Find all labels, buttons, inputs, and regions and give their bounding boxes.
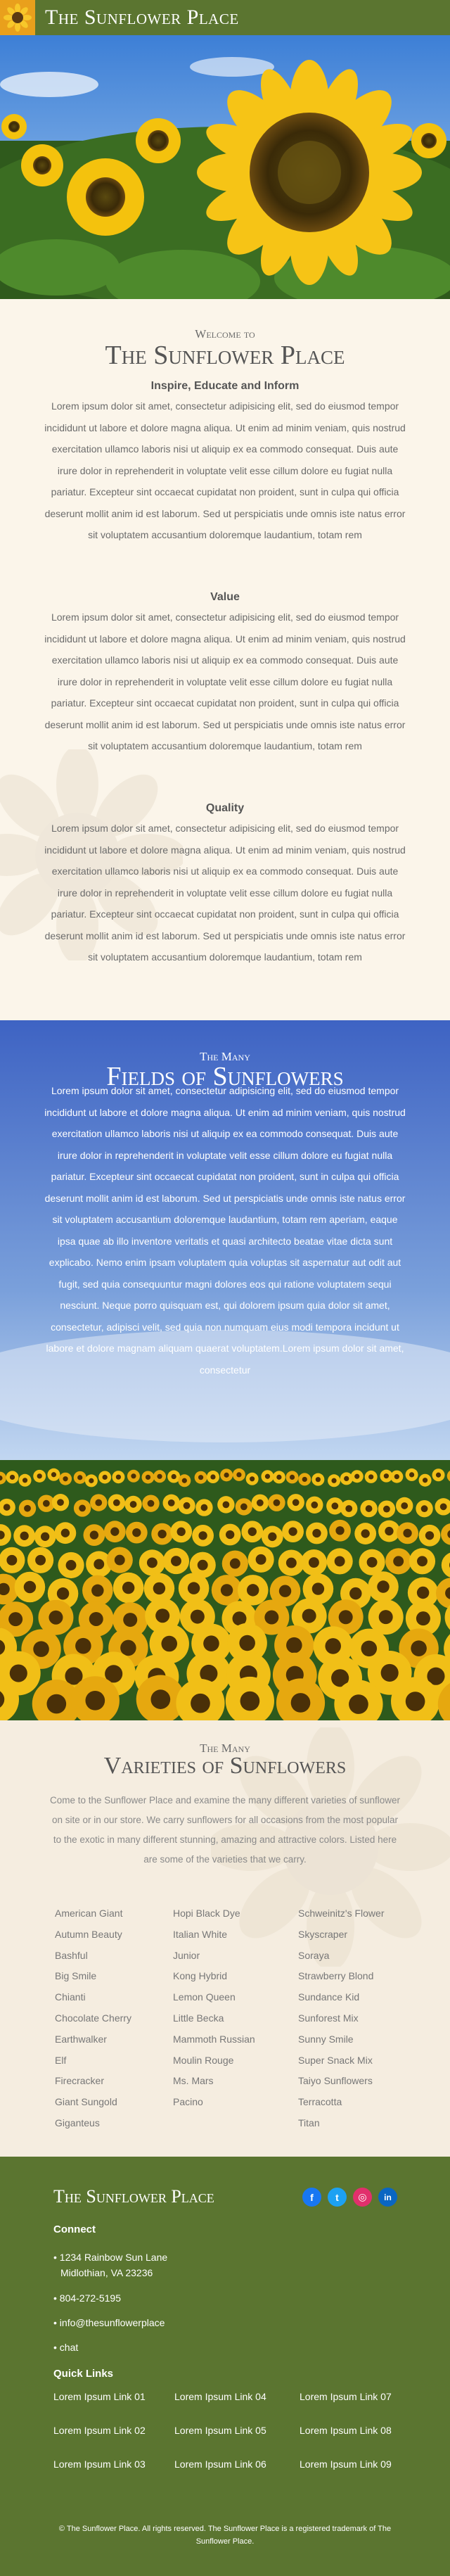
variety-item: Mammoth Russian [173,2033,255,2045]
instagram-icon[interactable]: ◎ [353,2188,372,2207]
variety-item: American Giant [55,1908,123,1919]
varieties-column: Schweinitz's Flower Skyscraper Soraya St… [298,1903,404,2134]
variety-item: Giganteus [55,2117,100,2128]
copyright-text: © The Sunflower Place. All rights reserv… [58,2525,392,2546]
section-heading: Inspire, Educate and Inform [150,380,300,392]
site-header: The Sunflower Place [0,0,450,35]
section-paragraph: Lorem ipsum dolor sit amet, consectetur … [44,611,406,751]
variety-item: Super Snack Mix [298,2054,373,2066]
quick-links: Lorem Ipsum Link 01 Lorem Ipsum Link 04 … [53,2389,412,2473]
section-heading: Value [210,591,240,603]
quick-link[interactable]: Lorem Ipsum Link 01 [53,2389,174,2405]
variety-item: Sundance Kid [298,1991,360,2003]
variety-item: Kong Hybrid [173,1970,228,1982]
quick-link[interactable]: Lorem Ipsum Link 04 [174,2389,300,2405]
variety-item: Chianti [55,1991,86,2003]
twitter-icon[interactable]: t [328,2188,347,2207]
fields-paragraph: Lorem ipsum dolor sit amet, consectetur … [44,1085,406,1376]
quick-link[interactable]: Lorem Ipsum Link 05 [174,2423,300,2439]
hero-sunflower-image [0,35,450,299]
quick-link[interactable]: Lorem Ipsum Link 02 [53,2423,174,2439]
variety-item: Bashful [55,1949,88,1961]
variety-item: Little Becka [173,2012,224,2024]
variety-item: Ms. Mars [173,2075,214,2087]
variety-item: Elf [55,2054,67,2066]
variety-item: Titan [298,2117,320,2128]
variety-item: Terracotta [298,2096,342,2108]
footer-title[interactable]: The Sunflower Place [53,2186,214,2207]
section-paragraph: Lorem ipsum dolor sit amet, consectetur … [44,400,406,540]
variety-item: Pacino [173,2096,203,2108]
variety-item: Big Smile [55,1970,97,1982]
varieties-paragraph: Come to the Sunflower Place and examine … [49,1795,401,1865]
connect-heading: Connect [53,2223,96,2235]
quick-link[interactable]: Lorem Ipsum Link 06 [174,2456,300,2473]
intro-title: The Sunflower Place [105,341,345,370]
variety-item: Junior [173,1949,200,1961]
section-heading: Quality [205,802,245,814]
quick-links-heading: Quick Links [53,2368,114,2380]
variety-item: Giant Sungold [55,2096,117,2108]
social-links: f t ◎ in [302,2188,397,2207]
quick-link[interactable]: Lorem Ipsum Link 07 [300,2389,412,2405]
varieties-title: Varieties of Sunflowers [103,1753,347,1779]
varieties-section: The Many Varieties of Sunflowers Come to… [0,1720,450,2157]
phone-link[interactable]: • 804-272-5195 [53,2290,121,2307]
quick-link[interactable]: Lorem Ipsum Link 03 [53,2456,174,2473]
variety-item: Soraya [298,1949,330,1961]
variety-item: Sunforest Mix [298,2012,359,2024]
variety-item: Sunny Smile [298,2033,354,2045]
variety-item: Schweinitz's Flower [298,1908,385,1919]
intro-section: Welcome to The Sunflower Place Inspire, … [0,299,450,1020]
varieties-column: Hopi Black Dye Italian White Junior Kong… [173,1903,298,2134]
varieties-list: American Giant Autumn Beauty Bashful Big… [55,1903,406,2134]
variety-item: Strawberry Blond [298,1970,374,1982]
intro-kicker: Welcome to [195,327,255,341]
chat-link[interactable]: • chat [53,2340,78,2356]
site-title[interactable]: The Sunflower Place [45,6,239,30]
variety-item: Firecracker [55,2075,105,2087]
email-link[interactable]: • info@thesunflowerplace [53,2315,165,2331]
linkedin-icon[interactable]: in [378,2188,397,2207]
address-line-2: Midlothian, VA 23236 [60,2267,153,2278]
variety-item: Taiyo Sunflowers [298,2075,373,2087]
sunflower-logo-icon[interactable] [0,0,35,35]
section-paragraph: Lorem ipsum dolor sit amet, consectetur … [44,823,406,963]
fields-section: The Many Fields of Sunflowers Lorem ipsu… [0,1020,450,1720]
variety-item: Chocolate Cherry [55,2012,131,2024]
variety-item: Moulin Rouge [173,2054,234,2066]
facebook-icon[interactable]: f [302,2188,321,2207]
variety-item: Skyscraper [298,1928,348,1940]
address-line-1: • 1234 Rainbow Sun Lane [53,2252,168,2263]
variety-item: Lemon Queen [173,1991,236,2003]
quick-link[interactable]: Lorem Ipsum Link 09 [300,2456,412,2473]
varieties-column: American Giant Autumn Beauty Bashful Big… [55,1903,173,2134]
site-footer: The Sunflower Place f t ◎ in Connect • 1… [0,2157,450,2576]
variety-item: Italian White [173,1928,228,1940]
variety-item: Earthwalker [55,2033,107,2045]
quick-link[interactable]: Lorem Ipsum Link 08 [300,2423,412,2439]
variety-item: Autumn Beauty [55,1928,122,1940]
variety-item: Hopi Black Dye [173,1908,240,1919]
